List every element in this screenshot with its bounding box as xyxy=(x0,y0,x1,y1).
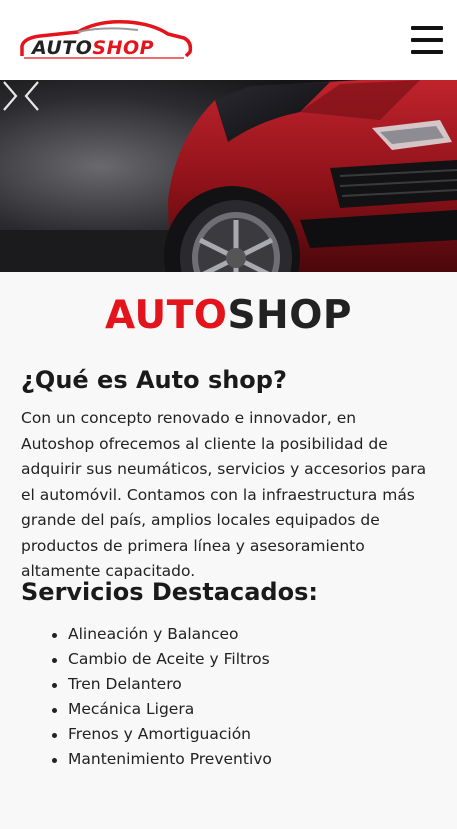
brand-title-shop: SHOP xyxy=(227,293,352,338)
about-heading: ¿Qué es Auto shop? xyxy=(21,366,287,394)
services-list: Alineación y Balanceo Cambio de Aceite y… xyxy=(48,622,272,772)
menu-bar xyxy=(411,38,443,42)
menu-bar xyxy=(411,26,443,30)
chevron-left-icon[interactable] xyxy=(22,80,42,112)
list-item: Mantenimiento Preventivo xyxy=(48,747,272,772)
autoshop-logo[interactable]: AUTOSHOP xyxy=(18,16,193,64)
site-header: AUTOSHOP xyxy=(0,0,457,80)
services-heading: Servicios Destacados: xyxy=(21,578,318,606)
menu-bar xyxy=(411,50,443,54)
about-paragraph: Con un concepto renovado e innovador, en… xyxy=(21,409,427,580)
logo-text-shop: SHOP xyxy=(92,37,155,59)
list-item: Cambio de Aceite y Filtros xyxy=(48,647,272,672)
hero-car-image xyxy=(0,80,457,272)
brand-title-auto: AUTO xyxy=(105,293,228,338)
hero-carousel[interactable] xyxy=(0,80,457,272)
chevron-right-icon[interactable] xyxy=(0,80,20,112)
list-item: Alineación y Balanceo xyxy=(48,622,272,647)
logo-text: AUTOSHOP xyxy=(32,39,154,58)
list-item: Frenos y Amortiguación xyxy=(48,722,272,747)
hamburger-icon[interactable] xyxy=(411,26,443,54)
list-item: Tren Delantero xyxy=(48,672,272,697)
brand-title: AUTOSHOP xyxy=(0,296,457,335)
list-item: Mecánica Ligera xyxy=(48,697,272,722)
logo-text-auto: AUTO xyxy=(32,37,93,59)
